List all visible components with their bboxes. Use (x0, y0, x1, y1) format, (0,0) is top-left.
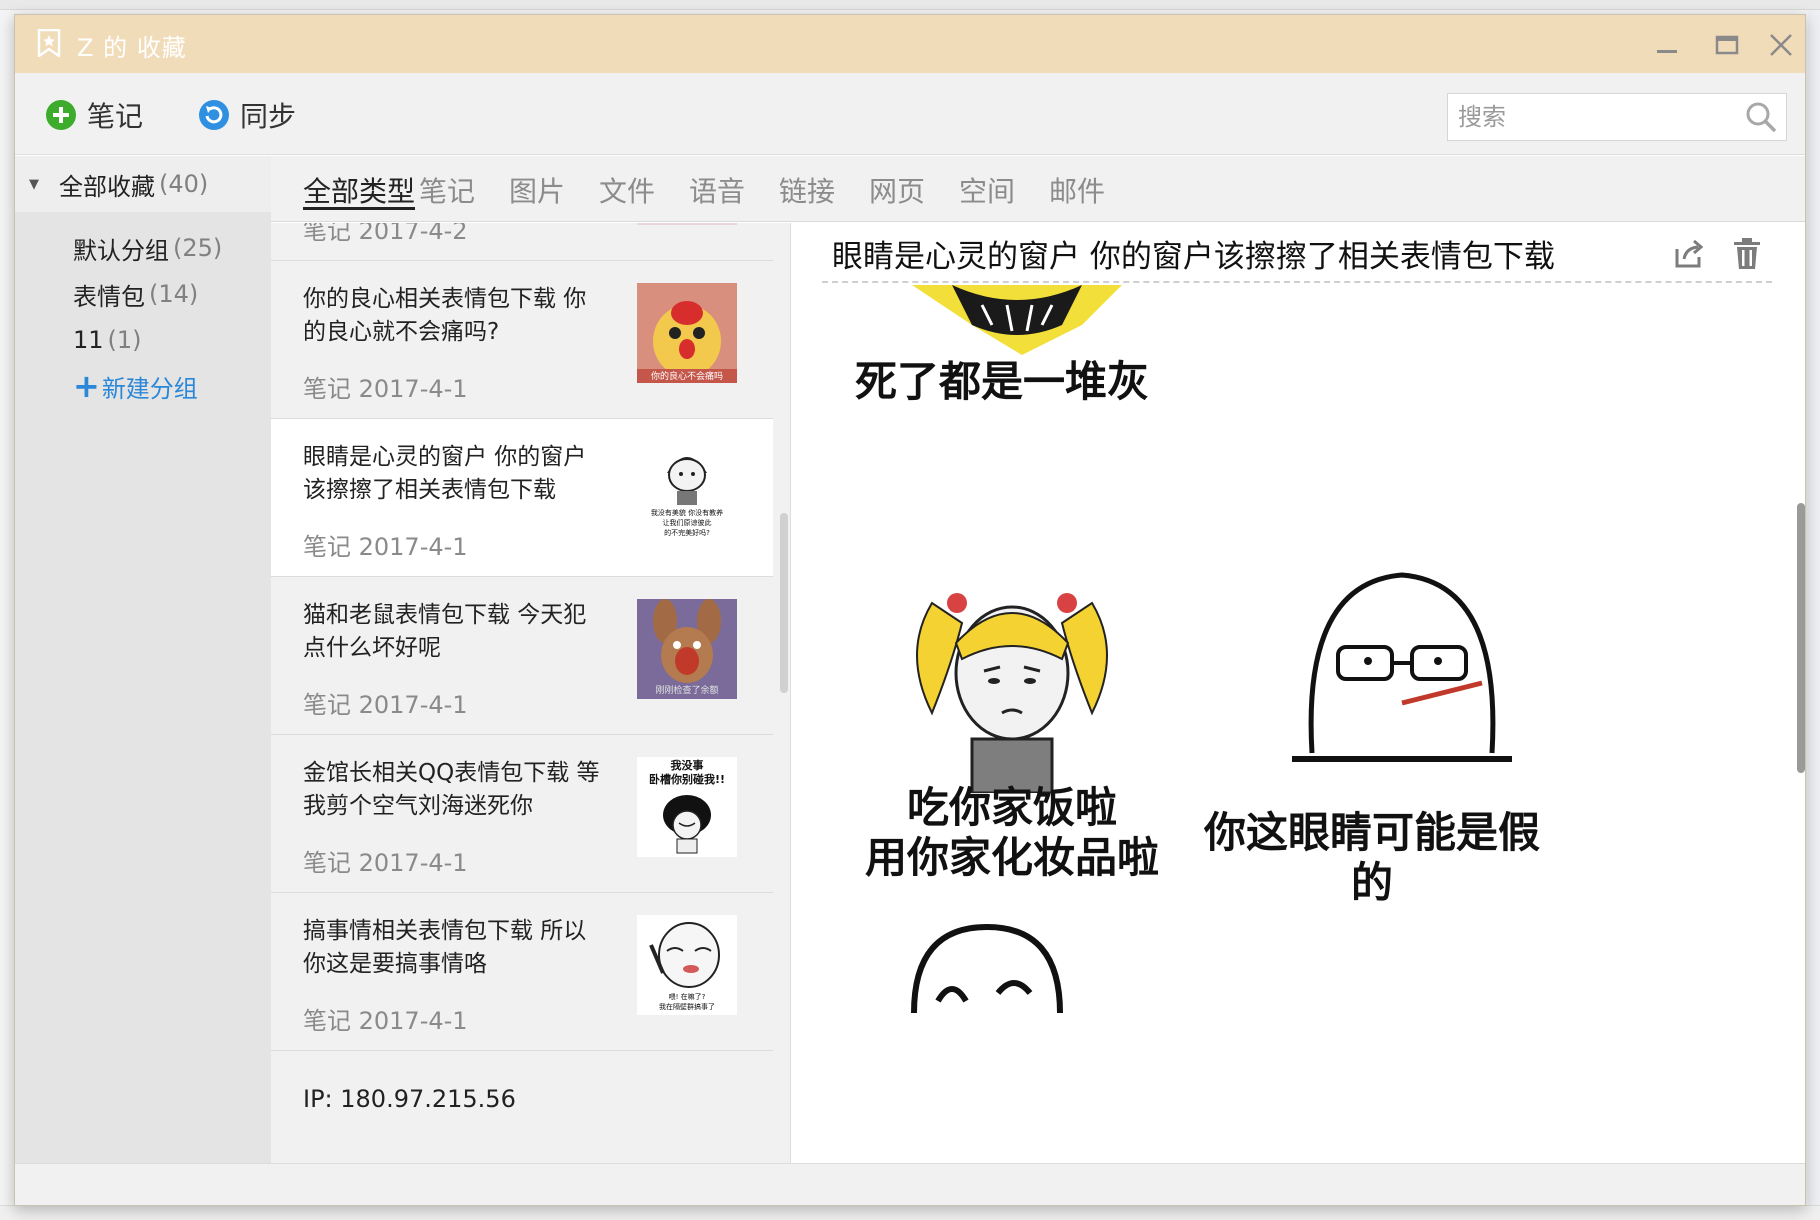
tab-voice[interactable]: 语音 (689, 170, 745, 210)
toolbar: 笔记 同步 (15, 73, 1805, 155)
svg-text:我在隔壁群搞事了: 我在隔壁群搞事了 (659, 1002, 715, 1011)
thumb-caption: 你的良心不会痛吗 (651, 370, 723, 382)
meme-caption-right: 你这眼睛可能是假的 (1203, 808, 1540, 907)
background-bottom-strip (0, 1205, 1820, 1220)
list-item-title: 金馆长相关QQ表情包下载 等我剪个空气刘海迷死你 (303, 760, 600, 819)
list-item-date: 笔记 2017-4-1 (303, 533, 468, 561)
tab-links[interactable]: 链接 (779, 170, 835, 210)
list-item-title: 你的良心相关表情包下载 你的良心就不会痛吗? (303, 286, 587, 345)
list-item-date: 笔记 2017-4-1 (303, 375, 468, 403)
sidebar-item-emoji[interactable]: 表情包 (14) (73, 274, 198, 314)
new-group-button[interactable]: + 新建分组 (73, 366, 198, 406)
sync-label: 同步 (240, 100, 297, 133)
preview-scrollbar[interactable] (1797, 503, 1805, 773)
note-preview: 眼睛是心灵的窗户 你的窗户该擦擦了相关表情包下载 死了都是一堆灰 吃你家饭啦 用… (792, 223, 1805, 1164)
search-box[interactable] (1447, 93, 1787, 141)
title-bar[interactable]: Z 的 收藏 (15, 15, 1805, 73)
list-item-date: 笔记 2017-4-1 (303, 1007, 468, 1035)
sidebar-item-label: 默认分组 (73, 236, 169, 265)
new-group-label: 新建分组 (101, 374, 198, 403)
tab-webpages[interactable]: 网页 (869, 170, 925, 210)
caret-down-icon[interactable]: ▼ (29, 177, 39, 192)
list-item-title: 搞事情相关表情包下载 所以你这是要搞事情咯 (303, 918, 587, 977)
background-right-strip (1808, 10, 1820, 1220)
meme-image-girl (916, 593, 1108, 793)
svg-text:我没有美貌 你没有教养: 我没有美貌 你没有教养 (651, 508, 723, 517)
sidebar-item-count: (14) (149, 280, 199, 308)
list-item[interactable]: 搞事情相关表情包下载 所以你这是要搞事情咯 笔记 2017-4-1 喂! 在嘛了… (271, 893, 773, 1051)
background-browser-bar (0, 0, 1820, 10)
tab-all-types[interactable]: 全部类型 (303, 170, 416, 210)
list-item-date: 笔记 2017-4-1 (303, 691, 468, 719)
svg-text:卧槽你别碰我!!: 卧槽你别碰我!! (649, 772, 725, 786)
list-item-thumbnail: 你的良心不会痛吗 (637, 283, 737, 383)
add-note-icon (46, 100, 76, 130)
close-icon (1770, 34, 1792, 56)
minimize-button[interactable] (1649, 29, 1685, 61)
meme-caption-left-2: 用你家化妆品啦 (864, 833, 1159, 882)
list-item[interactable]: 你的良心相关表情包下载 你的良心就不会痛吗? 笔记 2017-4-1 你的良心不… (271, 261, 773, 419)
tab-files[interactable]: 文件 (599, 170, 655, 210)
title-divider (822, 281, 1772, 283)
favorites-list: 笔记 2017-4-2 你的良心相关表情包下载 你的良心就不会痛吗? 笔记 20… (271, 223, 791, 1164)
new-note-label: 笔记 (87, 100, 144, 133)
bookmark-icon (37, 29, 61, 57)
meme-caption-top: 死了都是一堆灰 (854, 357, 1149, 406)
svg-text:我没事: 我没事 (671, 758, 704, 772)
list-item-date: 笔记 2017-4-2 (303, 223, 468, 245)
list-item[interactable]: 眼睛是心灵的窗户 你的窗户该擦擦了相关表情包下载 笔记 2017-4-1 我没有… (271, 419, 773, 577)
trash-icon[interactable] (1732, 237, 1762, 271)
list-item-thumbnail: 我没有美貌 你没有教养 让我们原谅彼此 的不完美好吗? (637, 441, 737, 541)
sidebar-item-count: (1) (107, 326, 142, 354)
meme-image-glasses (1292, 572, 1512, 762)
ip-address: IP: 180.97.215.56 (303, 1085, 516, 1113)
list-item[interactable]: 笔记 2017-4-2 (271, 223, 773, 261)
favorites-window: Z 的 收藏 笔记 同步 搜索 ▼ 全部收藏 (40) 默认分组 (25) 表情… (14, 14, 1806, 1206)
list-scrollbar[interactable] (780, 513, 788, 693)
list-item-date: 笔记 2017-4-1 (303, 849, 468, 877)
meme-image-bottom (911, 923, 1063, 1013)
sidebar-item-label: 表情包 (73, 282, 145, 311)
svg-text:的不完美好吗?: 的不完美好吗? (664, 528, 710, 537)
sync-button[interactable]: 同步 (198, 97, 296, 133)
search-icon[interactable] (1744, 100, 1778, 134)
minimize-icon (1657, 50, 1677, 53)
close-button[interactable] (1763, 29, 1799, 61)
list-item[interactable]: 金馆长相关QQ表情包下载 等我剪个空气刘海迷死你 笔记 2017-4-1 我没事… (271, 735, 773, 893)
thumb-caption: 刚刚检查了余额 (655, 684, 718, 696)
window-title: Z 的 收藏 (77, 34, 187, 62)
list-item-title: 猫和老鼠表情包下载 今天犯点什么坏好呢 (303, 602, 587, 661)
svg-text:让我们原谅彼此: 让我们原谅彼此 (663, 518, 712, 527)
sidebar: ▼ 全部收藏 (40) 默认分组 (25) 表情包 (14) 11 (1) + … (15, 156, 271, 1164)
sidebar-item-label: 11 (73, 326, 104, 354)
tab-images[interactable]: 图片 (509, 170, 565, 210)
list-item[interactable]: 猫和老鼠表情包下载 今天犯点什么坏好呢 笔记 2017-4-1 刚刚检查了余额 (271, 577, 773, 735)
tab-space[interactable]: 空间 (959, 170, 1015, 210)
new-note-button[interactable]: 笔记 (45, 97, 143, 133)
sidebar-item-default-group[interactable]: 默认分组 (25) (73, 228, 222, 268)
list-item-title: 眼睛是心灵的窗户 你的窗户该擦擦了相关表情包下载 (303, 444, 587, 503)
sidebar-item-count: (25) (173, 234, 223, 262)
maximize-button[interactable] (1709, 29, 1745, 61)
maximize-icon (1715, 35, 1739, 55)
sidebar-item-all-favorites[interactable]: ▼ 全部收藏 (40) (15, 156, 271, 212)
plus-icon: + (73, 367, 100, 405)
sidebar-item-label: 全部收藏 (59, 172, 155, 201)
svg-text:喂! 在嘛了?: 喂! 在嘛了? (669, 992, 706, 1001)
search-input[interactable] (1448, 94, 1738, 140)
list-item-thumbnail (637, 223, 737, 225)
tab-mail[interactable]: 邮件 (1049, 170, 1105, 210)
sidebar-item-count: (40) (159, 170, 209, 198)
list-item-thumbnail: 刚刚检查了余额 (637, 599, 737, 699)
preview-title: 眼睛是心灵的窗户 你的窗户该擦擦了相关表情包下载 (832, 239, 1555, 275)
list-item-thumbnail: 我没事 卧槽你别碰我!! (637, 757, 737, 857)
meme-caption-left-1: 吃你家饭啦 (906, 783, 1117, 832)
sidebar-item-11[interactable]: 11 (1) (73, 320, 142, 360)
share-icon[interactable] (1672, 237, 1706, 271)
type-tabs: 全部类型 笔记 图片 文件 语音 链接 网页 空间 邮件 (271, 156, 1805, 222)
sync-icon (199, 100, 229, 130)
list-item-thumbnail: 喂! 在嘛了? 我在隔壁群搞事了 (637, 915, 737, 1015)
status-bar (15, 1163, 1805, 1205)
tab-notes[interactable]: 笔记 (419, 170, 475, 210)
